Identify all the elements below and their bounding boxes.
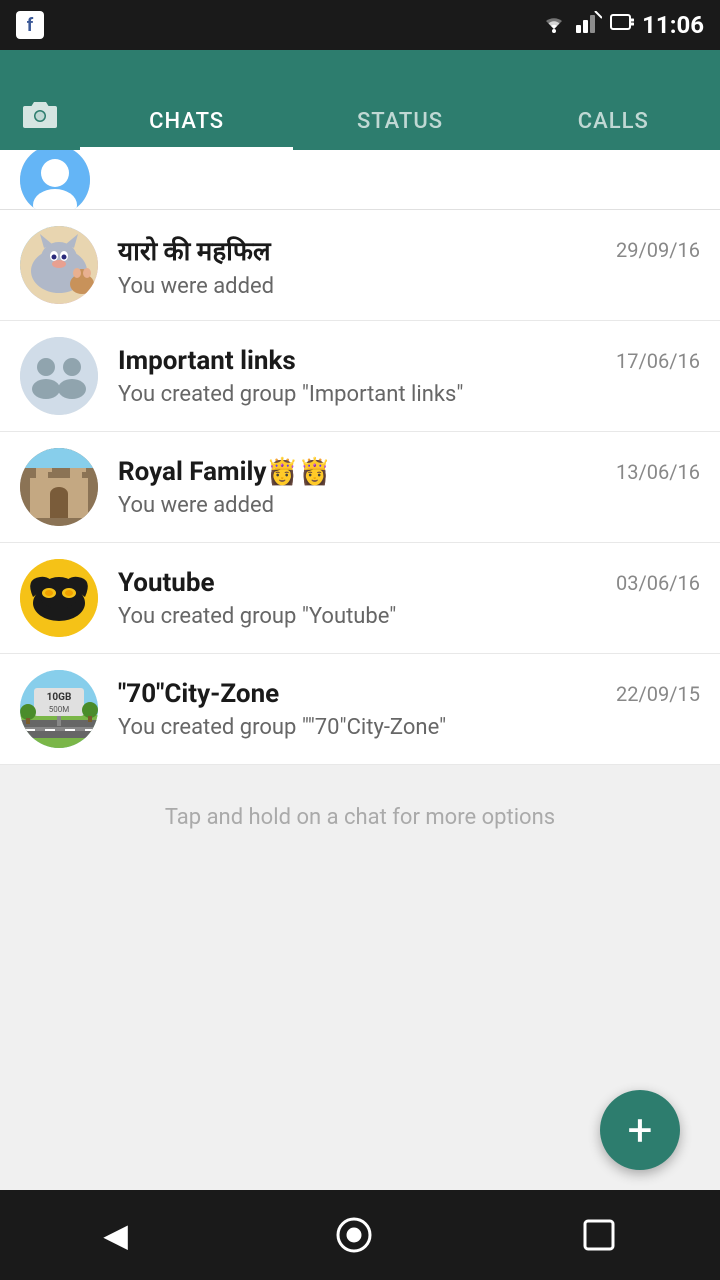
- signal-icon: [576, 11, 602, 39]
- facebook-icon: f: [16, 11, 44, 39]
- partial-chat-item[interactable]: [0, 150, 720, 210]
- svg-text:500M: 500M: [49, 705, 69, 714]
- chat-item[interactable]: 10GB 500M "70"City-Zone 22/09/15 You cre…: [0, 654, 720, 765]
- svg-text:10GB: 10GB: [47, 692, 72, 703]
- chat-item[interactable]: Important links 17/06/16 You created gro…: [0, 321, 720, 432]
- avatar: [20, 226, 98, 304]
- chat-content: Important links 17/06/16 You created gro…: [118, 346, 700, 407]
- chat-time: 17/06/16: [616, 349, 700, 373]
- partial-avatar: [20, 150, 90, 210]
- nav-tabs: CHATS STATUS CALLS: [80, 50, 720, 150]
- chat-content: "70"City-Zone 22/09/15 You created group…: [118, 679, 700, 740]
- avatar: [20, 448, 98, 526]
- new-chat-fab[interactable]: +: [600, 1090, 680, 1170]
- tab-status[interactable]: STATUS: [293, 109, 506, 150]
- chat-name: Youtube: [118, 568, 215, 598]
- chat-message: You were added: [118, 274, 700, 299]
- chat-message: You were added: [118, 493, 700, 518]
- chat-header-row: Youtube 03/06/16: [118, 568, 700, 598]
- battery-icon: [610, 11, 634, 39]
- chat-list: यारो की महफिल 29/09/16 You were added Im…: [0, 210, 720, 765]
- chat-time: 03/06/16: [616, 571, 700, 595]
- add-icon: +: [628, 1108, 653, 1152]
- chat-time: 22/09/15: [616, 682, 700, 706]
- app-header: CHATS STATUS CALLS: [0, 50, 720, 150]
- tab-calls[interactable]: CALLS: [507, 109, 720, 150]
- wifi-icon: [540, 11, 568, 39]
- tab-chats[interactable]: CHATS: [80, 109, 293, 150]
- status-bar: f 11: [0, 0, 720, 50]
- avatar: [20, 559, 98, 637]
- chat-name: यारो की महफिल: [118, 232, 271, 268]
- back-button[interactable]: ◀: [103, 1216, 128, 1254]
- chat-message: You created group "Important links": [118, 382, 700, 407]
- chat-name: Important links: [118, 346, 296, 376]
- hint-text: Tap and hold on a chat for more options: [0, 765, 720, 870]
- chat-content: Youtube 03/06/16 You created group "Yout…: [118, 568, 700, 629]
- chat-name: Royal Family👸👸: [118, 457, 331, 487]
- avatar: [20, 337, 98, 415]
- chat-header-row: यारो की महफिल 29/09/16: [118, 232, 700, 268]
- chat-item[interactable]: Youtube 03/06/16 You created group "Yout…: [0, 543, 720, 654]
- avatar: 10GB 500M: [20, 670, 98, 748]
- chat-header-row: Royal Family👸👸 13/06/16: [118, 457, 700, 487]
- chat-item[interactable]: Royal Family👸👸 13/06/16 You were added: [0, 432, 720, 543]
- chat-item[interactable]: यारो की महफिल 29/09/16 You were added: [0, 210, 720, 321]
- chat-header-row: "70"City-Zone 22/09/15: [118, 679, 700, 709]
- home-button[interactable]: [334, 1215, 374, 1255]
- bottom-navigation: ◀: [0, 1190, 720, 1280]
- camera-button[interactable]: [0, 98, 80, 150]
- chat-time: 29/09/16: [616, 238, 700, 262]
- status-bar-right: 11:06: [540, 11, 704, 39]
- chat-message: You created group "Youtube": [118, 604, 700, 629]
- chat-content: Royal Family👸👸 13/06/16 You were added: [118, 457, 700, 518]
- chat-name: "70"City-Zone: [118, 679, 279, 709]
- chat-time: 13/06/16: [616, 460, 700, 484]
- status-time: 11:06: [642, 11, 704, 39]
- chat-content: यारो की महफिल 29/09/16 You were added: [118, 232, 700, 299]
- chat-header-row: Important links 17/06/16: [118, 346, 700, 376]
- chat-message: You created group ""70"City-Zone": [118, 715, 700, 740]
- recent-apps-button[interactable]: [581, 1217, 617, 1253]
- status-bar-left: f: [16, 11, 44, 39]
